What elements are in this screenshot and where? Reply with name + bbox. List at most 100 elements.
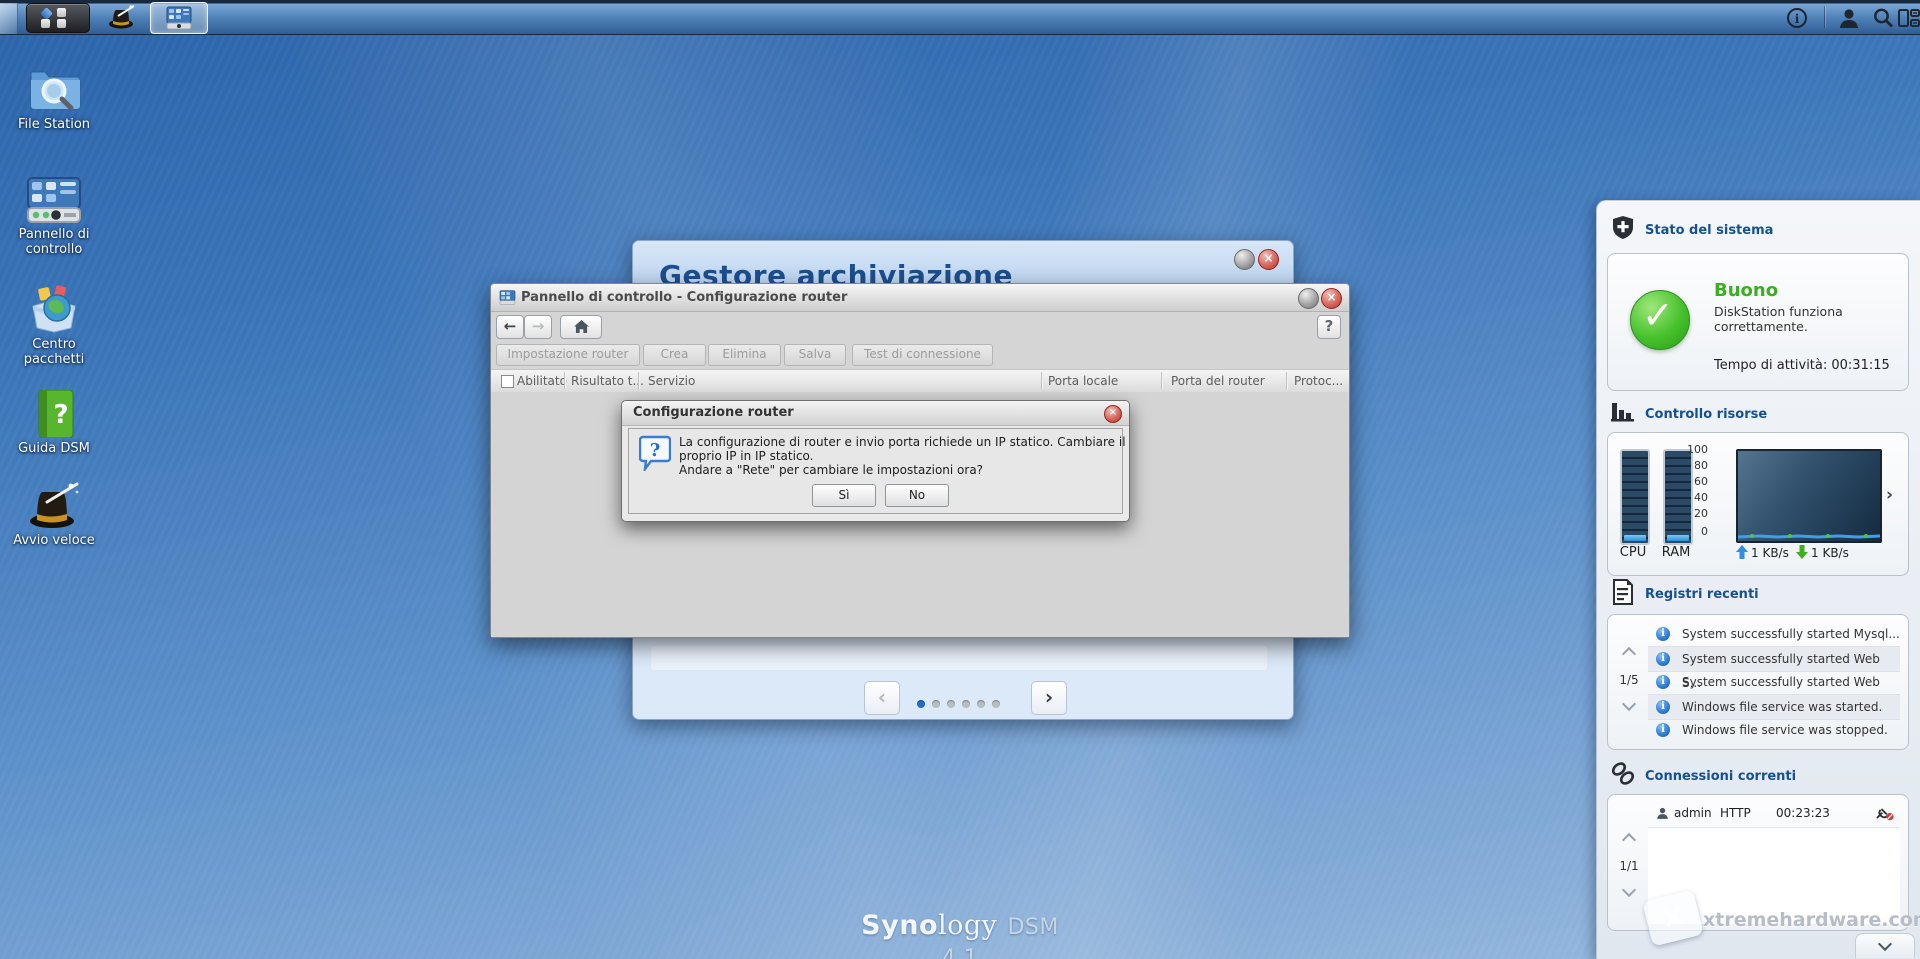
- connections-scroll-down-icon[interactable]: [1622, 883, 1636, 897]
- pilot-view-icon[interactable]: [1898, 7, 1920, 29]
- close-icon[interactable]: ×: [1258, 249, 1279, 270]
- log-text: System successfully started Mysql...: [1682, 622, 1900, 646]
- logs-scroll-down-icon[interactable]: [1622, 697, 1636, 711]
- page-dot[interactable]: [977, 700, 985, 708]
- desktop-icon-label: Avvio veloce: [6, 533, 102, 548]
- widgets-collapse-button[interactable]: [1855, 933, 1915, 958]
- toolbar-create-button[interactable]: Crea: [643, 344, 706, 366]
- ram-label: RAM: [1657, 545, 1695, 560]
- page-dot[interactable]: [962, 700, 970, 708]
- page-dot[interactable]: [932, 700, 940, 708]
- dialog-titlebar: Configurazione router ×: [622, 401, 1129, 426]
- column-header[interactable]: Risultato t...: [571, 374, 644, 388]
- dialog-title: Configurazione router: [633, 405, 794, 420]
- window-title: Pannello di controllo - Configurazione r…: [521, 290, 847, 305]
- upload-rate: 1 KB/s: [1751, 546, 1789, 560]
- no-button[interactable]: No: [885, 484, 949, 507]
- nav-home-button[interactable]: [560, 315, 602, 339]
- dialog-message: La configurazione di router e invio port…: [679, 435, 1131, 477]
- user-icon: [1656, 806, 1669, 820]
- connections-pager: 1/1: [1616, 859, 1642, 873]
- taskbar-divider: [1824, 6, 1825, 28]
- connection-row[interactable]: admin HTTP 00:23:23: [1648, 803, 1900, 825]
- log-row[interactable]: i Windows file service was stopped.: [1648, 718, 1900, 742]
- desktop-icon-quick-start[interactable]: Avvio veloce: [6, 480, 102, 548]
- widget-title-resource-monitor[interactable]: Controllo risorse: [1645, 407, 1767, 422]
- info-icon: i: [1656, 652, 1670, 666]
- package-center-icon: [27, 284, 81, 334]
- dialog-content: ? La configurazione di router e invio po…: [628, 428, 1123, 514]
- column-header[interactable]: Servizio: [648, 374, 695, 388]
- system-info-icon[interactable]: i: [1786, 7, 1808, 29]
- page-dot[interactable]: [992, 700, 1000, 708]
- main-menu-button[interactable]: [26, 3, 90, 33]
- download-arrow-icon: [1796, 545, 1808, 559]
- toolbar-router-setup-button[interactable]: Impostazione router: [496, 344, 640, 366]
- column-header[interactable]: Porta locale: [1048, 374, 1118, 388]
- resource-chart-icon: [1610, 401, 1636, 423]
- upload-arrow-icon: [1736, 545, 1748, 559]
- user-menu-icon[interactable]: [1838, 7, 1860, 29]
- svg-text:?: ?: [650, 440, 661, 461]
- page-next-button[interactable]: ›: [1031, 681, 1067, 715]
- synology-logo: SynologyDSM 4.1: [840, 910, 1080, 959]
- page-dot[interactable]: [917, 700, 925, 708]
- resource-detail-chevron[interactable]: ›: [1886, 485, 1893, 505]
- svg-text:i: i: [1795, 12, 1800, 26]
- widget-title-recent-logs[interactable]: Registri recenti: [1645, 587, 1759, 602]
- minimize-button[interactable]: [1234, 249, 1255, 270]
- taskbar-task-control-panel[interactable]: [150, 2, 208, 34]
- help-button[interactable]: ?: [1317, 315, 1341, 339]
- search-icon[interactable]: [1872, 7, 1894, 29]
- close-icon[interactable]: ×: [1321, 288, 1342, 309]
- nav-back-button[interactable]: ←: [496, 315, 524, 339]
- nav-forward-button[interactable]: →: [524, 315, 552, 339]
- cpu-label: CPU: [1614, 545, 1652, 560]
- widget-title-connections[interactable]: Connessioni correnti: [1645, 769, 1796, 784]
- status-value: Buono: [1714, 280, 1778, 301]
- column-header[interactable]: Porta del router: [1171, 374, 1265, 388]
- shield-icon: [1611, 215, 1635, 241]
- widget-title-system-status[interactable]: Stato del sistema: [1645, 223, 1773, 238]
- toolbar-connection-test-button[interactable]: Test di connessione: [852, 344, 993, 366]
- select-all-checkbox[interactable]: [501, 375, 514, 388]
- minimize-button[interactable]: [1298, 288, 1319, 309]
- yes-button[interactable]: Sì: [812, 484, 876, 507]
- dialog-router-configuration[interactable]: Configurazione router × ? La configurazi…: [621, 400, 1130, 522]
- quick-start-taskbar-button[interactable]: [102, 2, 142, 32]
- page-dot[interactable]: [947, 700, 955, 708]
- desktop-icon-dsm-help[interactable]: ? Guida DSM: [6, 390, 102, 456]
- desktop-icon-package-center[interactable]: Centro pacchetti: [6, 284, 102, 367]
- chevron-down-icon: [1878, 937, 1892, 951]
- main-menu-icon: [41, 8, 75, 28]
- toolbar-save-button[interactable]: Salva: [784, 344, 846, 366]
- connections-scroll-up-icon[interactable]: [1622, 833, 1636, 847]
- question-icon: ?: [639, 435, 671, 471]
- show-desktop-button[interactable]: [0, 3, 18, 34]
- toolbar-delete-button[interactable]: Elimina: [708, 344, 781, 366]
- desktop-icon-label: Pannello di controllo: [6, 227, 102, 257]
- disconnect-icon[interactable]: [1876, 806, 1894, 821]
- download-rate: 1 KB/s: [1811, 546, 1849, 560]
- dialog-message-line: La configurazione di router e invio port…: [679, 435, 1131, 463]
- desktop-icon-label: Centro pacchetti: [6, 337, 102, 367]
- log-row[interactable]: i Windows file service was started.: [1648, 694, 1900, 720]
- desktop-icon-file-station[interactable]: File Station: [6, 62, 102, 132]
- page-dots[interactable]: [913, 693, 1023, 712]
- close-icon[interactable]: ×: [1104, 405, 1122, 423]
- axis-tick: 60: [1684, 475, 1708, 488]
- connection-protocol: HTTP: [1720, 806, 1751, 820]
- column-header[interactable]: Abilitato: [517, 374, 567, 388]
- column-header[interactable]: Protoc...: [1294, 374, 1343, 388]
- logs-scroll-up-icon[interactable]: [1622, 647, 1636, 661]
- desktop-icon-control-panel[interactable]: Pannello di controllo: [6, 176, 102, 257]
- log-row[interactable]: i System successfully started Web S...: [1648, 670, 1900, 694]
- dsm-desktop: i: [0, 0, 1920, 959]
- axis-tick: 40: [1684, 491, 1708, 504]
- cpu-gauge: [1620, 449, 1650, 545]
- page-prev-button[interactable]: ‹: [864, 681, 900, 715]
- uptime-text: Tempo di attività: 00:31:15: [1714, 358, 1890, 373]
- log-row[interactable]: i System successfully started Mysql...: [1648, 622, 1900, 646]
- log-row[interactable]: i System successfully started Web S...: [1648, 646, 1900, 672]
- log-document-icon: [1611, 579, 1635, 605]
